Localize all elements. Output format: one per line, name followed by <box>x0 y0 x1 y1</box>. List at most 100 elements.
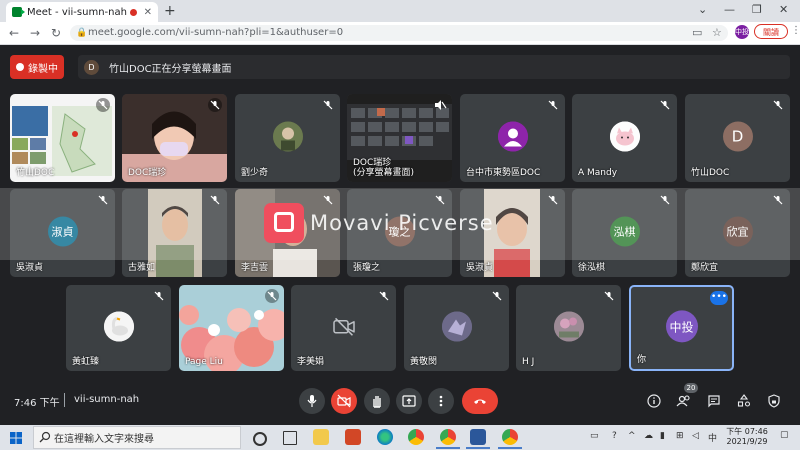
forward-icon[interactable]: → <box>30 26 40 40</box>
recording-button[interactable]: 錄製中 <box>10 55 64 79</box>
present-button[interactable] <box>396 388 422 414</box>
browser-tab-meet[interactable]: Meet - vii-sumn-nah ✕ <box>6 2 158 22</box>
participant-tile[interactable]: 黃敬閔 <box>404 285 509 371</box>
taskbar-clock[interactable]: 下午 07:46 2021/9/29 <box>722 427 772 447</box>
participant-tile[interactable]: A Mandy <box>572 94 677 182</box>
mic-button[interactable] <box>299 388 325 414</box>
url-field[interactable]: 🔒 meet.google.com/vii-sumn-nah?pli=1&aut… <box>70 25 728 41</box>
self-tile[interactable]: 中投 你 ••• <box>629 285 734 371</box>
participant-avatar <box>553 311 584 342</box>
notification-icon[interactable]: ▢ <box>780 430 789 440</box>
participant-tile[interactable]: D 竹山DOC <box>685 94 790 182</box>
participants-button[interactable] <box>675 392 693 410</box>
search-placeholder: 在這裡輸入文字來搜尋 <box>54 434 154 445</box>
system-tray-arrow-icon[interactable]: ^ <box>628 431 636 441</box>
participant-name: 劉少奇 <box>241 168 269 178</box>
participant-avatar: D <box>722 121 753 152</box>
participant-name: 張瓊之 <box>353 263 381 273</box>
participant-avatar <box>103 311 134 342</box>
divider <box>64 393 65 407</box>
meet-favicon-icon <box>12 7 25 17</box>
participant-name: H J <box>522 357 535 367</box>
participant-tile[interactable]: DOC瑞珍 <box>122 94 227 182</box>
chrome-window-icon[interactable] <box>498 429 522 449</box>
record-dot-icon <box>16 63 24 71</box>
cat-avatar-icon <box>609 121 640 152</box>
network-icon[interactable]: ⊞ <box>676 431 684 441</box>
participant-tile[interactable]: 台中市東勢區DOC <box>460 94 565 182</box>
participant-name: Page Liu <box>185 357 223 367</box>
back-icon[interactable]: ← <box>9 26 19 40</box>
camera-toggle-button[interactable] <box>331 388 357 414</box>
shapes-icon <box>737 394 751 407</box>
participant-name: 黃敬閔 <box>410 357 438 367</box>
minimize-icon[interactable]: — <box>724 3 735 16</box>
raise-hand-button[interactable] <box>364 388 390 414</box>
participant-tile[interactable]: Page Liu <box>179 285 284 371</box>
tab-title: Meet - vii-sumn-nah <box>27 6 127 18</box>
participant-tile[interactable]: H J <box>516 285 621 371</box>
more-vert-icon <box>439 395 443 407</box>
host-controls-button[interactable] <box>765 392 783 410</box>
participant-tile[interactable]: 劉少奇 <box>235 94 340 182</box>
camera-in-use-icon[interactable]: ▭ <box>692 26 702 39</box>
participant-tile[interactable]: DOC瑞珍 (分享螢幕畫面) <box>347 94 452 182</box>
chrome-icon[interactable] <box>408 429 424 445</box>
browser-tab-bar: Meet - vii-sumn-nah ✕ + ⌄ — ❐ ✕ <box>0 0 800 22</box>
help-icon[interactable]: ? <box>612 431 617 441</box>
participant-tile[interactable]: 李美娟 <box>291 285 396 371</box>
participant-tile[interactable]: 黃虹臻 <box>66 285 171 371</box>
cortana-icon[interactable] <box>253 432 267 446</box>
cloud-icon[interactable]: ☁ <box>644 431 653 441</box>
profile-avatar[interactable]: 中投 <box>735 25 749 39</box>
file-explorer-icon[interactable] <box>313 429 329 445</box>
hand-icon <box>373 396 381 408</box>
participant-name: A Mandy <box>578 168 618 178</box>
chrome-window-icon[interactable] <box>436 429 460 449</box>
new-tab-button[interactable]: + <box>164 3 176 19</box>
activities-button[interactable] <box>735 392 753 410</box>
tab-close-icon[interactable]: ✕ <box>144 7 152 18</box>
leave-call-button[interactable] <box>462 388 498 414</box>
participant-name: 吳淑貞 <box>466 263 494 273</box>
participant-name: 李吉雲 <box>241 263 269 273</box>
participant-name: 台中市東勢區DOC <box>466 168 541 178</box>
volume-icon[interactable]: ◁ <box>692 431 699 441</box>
participant-tile[interactable]: 竹山DOC <box>10 94 115 182</box>
edge-icon[interactable] <box>377 429 393 445</box>
participant-name: 竹山DOC <box>691 168 730 178</box>
meeting-details-button[interactable] <box>645 392 663 410</box>
input-language[interactable]: 中 <box>708 431 717 444</box>
update-button[interactable]: 關讀 <box>754 24 788 39</box>
keyboard-icon[interactable]: ▭ <box>590 431 599 441</box>
battery-icon[interactable]: ▮ <box>660 431 665 441</box>
reload-icon[interactable]: ↻ <box>51 26 61 40</box>
browser-menu-icon[interactable]: ⋮ <box>791 25 800 36</box>
search-icon <box>39 431 51 443</box>
maximize-icon[interactable]: ❐ <box>752 3 762 16</box>
shield-lock-icon <box>768 394 780 408</box>
more-options-button[interactable] <box>428 388 454 414</box>
taskbar-search-input[interactable]: 在這裡輸入文字來搜尋 <box>33 426 241 449</box>
powerpoint-icon[interactable] <box>345 429 361 445</box>
chat-button[interactable] <box>705 392 723 410</box>
windows-start-icon[interactable] <box>10 432 22 444</box>
lock-icon: 🔒 <box>76 28 88 38</box>
people-icon <box>676 395 690 407</box>
self-avatar: 中投 <box>665 310 698 343</box>
participant-avatar <box>609 121 640 152</box>
close-window-icon[interactable]: ✕ <box>779 3 788 16</box>
word-icon[interactable] <box>466 429 490 449</box>
mic-off-icon <box>323 100 333 110</box>
taskbar-time: 下午 07:46 <box>726 427 768 436</box>
mic-off-icon <box>208 98 222 112</box>
bookmark-star-icon[interactable]: ☆ <box>712 26 722 39</box>
meeting-time: 7:46 下午 <box>14 398 60 409</box>
more-options-button[interactable]: ••• <box>710 291 728 305</box>
goose-avatar-icon <box>103 311 134 342</box>
task-view-icon[interactable] <box>283 431 297 445</box>
tab-search-icon[interactable]: ⌄ <box>698 3 707 16</box>
participant-name: 吳淑貞 <box>16 263 44 273</box>
mic-off-icon <box>773 100 783 110</box>
chat-icon <box>708 395 720 408</box>
